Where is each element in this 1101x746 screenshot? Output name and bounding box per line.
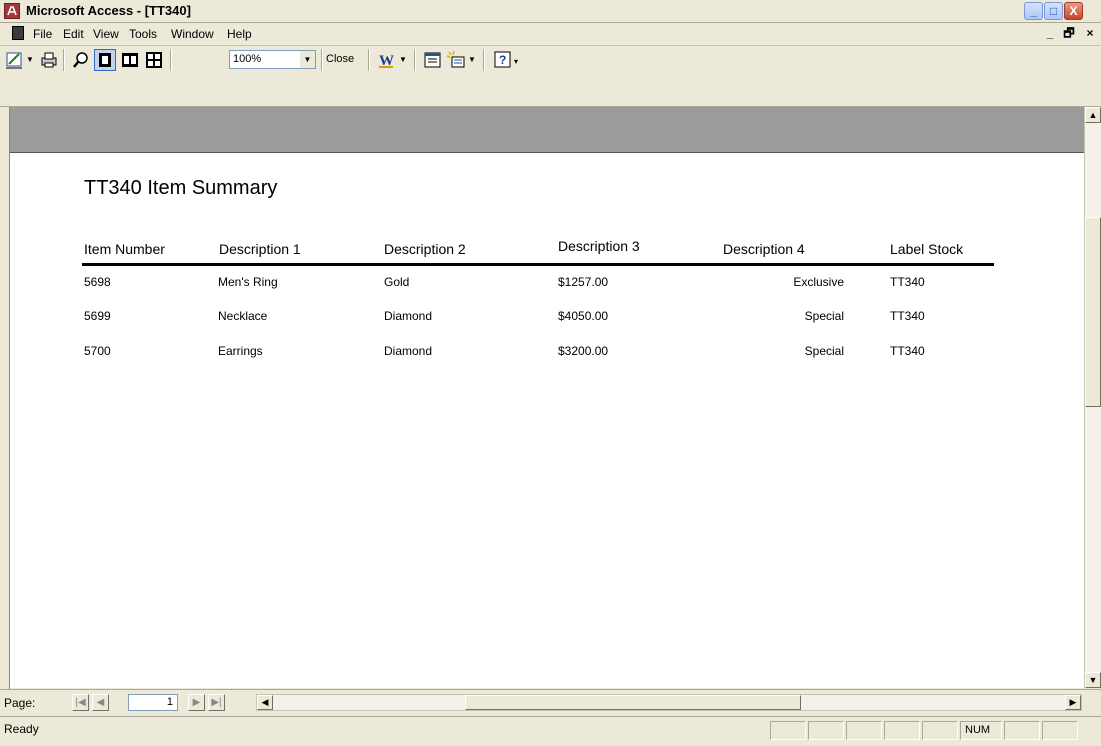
- column-header-description-4: Description 4: [723, 241, 805, 257]
- next-page-button[interactable]: ▶: [188, 694, 205, 711]
- table-cell: $4050.00: [558, 309, 609, 323]
- column-header-description-1: Description 1: [219, 241, 301, 257]
- column-header-description-3: Description 3: [558, 238, 640, 254]
- table-cell: TT340: [890, 309, 925, 323]
- table-cell: Men's Ring: [218, 275, 278, 289]
- toolbar-separator: [63, 49, 65, 71]
- multiple-pages-icon[interactable]: [143, 49, 165, 71]
- last-page-button[interactable]: ▶|: [208, 694, 225, 711]
- mdi-close-button[interactable]: ×: [1083, 26, 1097, 40]
- mdi-minimize-button[interactable]: _: [1043, 26, 1057, 40]
- table-cell: 5699: [84, 309, 111, 323]
- record-navigation-bar: Page: |◀ ◀ 1 ▶ ▶| ◀ ▶: [0, 689, 1101, 716]
- toolbar-separator: [368, 49, 370, 71]
- office-links-dropdown-arrow-icon[interactable]: ▼: [399, 49, 409, 71]
- print-icon[interactable]: [38, 49, 60, 71]
- toolbar-separator: [414, 49, 416, 71]
- page-number-input[interactable]: 1: [128, 694, 178, 711]
- menu-file[interactable]: File: [33, 27, 52, 41]
- table-cell: Special: [804, 344, 844, 358]
- status-panel: [922, 721, 958, 740]
- column-header-item-number: Item Number: [84, 241, 165, 257]
- menu-bar: File Edit View Tools Window Help _ 🗗 ×: [0, 23, 1101, 46]
- vertical-scroll-thumb[interactable]: [1085, 217, 1101, 407]
- table-cell: Exclusive: [793, 275, 844, 289]
- table-cell: 5698: [84, 275, 111, 289]
- previous-page-button[interactable]: ◀: [92, 694, 109, 711]
- status-text: Ready: [4, 722, 39, 736]
- new-object-icon[interactable]: [445, 49, 467, 71]
- table-cell: TT340: [890, 275, 925, 289]
- document-icon[interactable]: [12, 26, 24, 40]
- status-bar: Ready NUM: [0, 716, 1101, 746]
- office-links-icon[interactable]: W: [376, 49, 398, 71]
- mdi-restore-button[interactable]: 🗗: [1062, 26, 1076, 40]
- one-page-icon[interactable]: [94, 49, 116, 71]
- close-window-button[interactable]: X: [1064, 2, 1083, 20]
- table-cell: $3200.00: [558, 344, 609, 358]
- status-panel: [846, 721, 882, 740]
- toolbar-separator: [321, 49, 323, 71]
- first-page-button[interactable]: |◀: [72, 694, 89, 711]
- column-header-description-2: Description 2: [384, 241, 466, 257]
- new-object-dropdown-arrow-icon[interactable]: ▼: [468, 49, 478, 71]
- toolbar-separator: [483, 49, 485, 71]
- horizontal-scrollbar[interactable]: ◀ ▶: [256, 694, 1082, 711]
- print-preview-toolbar: ▼ 100% ▼ Close W ▼ ▼ ? ▾: [0, 46, 1101, 107]
- scroll-down-icon[interactable]: ▼: [1085, 672, 1101, 688]
- close-icon: X: [1069, 4, 1078, 18]
- close-preview-button[interactable]: Close: [326, 53, 354, 65]
- menu-view[interactable]: View: [93, 27, 119, 41]
- status-panel: [884, 721, 920, 740]
- menu-window[interactable]: Window: [171, 27, 214, 41]
- table-cell: Diamond: [384, 344, 433, 358]
- num-lock-indicator: NUM: [960, 721, 1002, 740]
- toolbar-separator: [170, 49, 172, 71]
- table-cell: Necklace: [218, 309, 268, 323]
- zoom-combobox[interactable]: 100%: [229, 50, 301, 69]
- scroll-left-icon[interactable]: ◀: [257, 695, 273, 710]
- svg-text:?: ?: [499, 53, 506, 67]
- window-title: Microsoft Access - [TT340]: [26, 3, 191, 18]
- status-panel: [1042, 721, 1078, 740]
- view-dropdown-arrow-icon[interactable]: ▼: [26, 49, 36, 71]
- access-app-icon[interactable]: [4, 3, 20, 19]
- status-panel: [1004, 721, 1040, 740]
- scroll-right-icon[interactable]: ▶: [1065, 695, 1081, 710]
- report-title: TT340 Item Summary: [84, 177, 278, 199]
- table-cell: $1257.00: [558, 275, 609, 289]
- page-label: Page:: [4, 696, 36, 710]
- two-pages-icon[interactable]: [119, 49, 141, 71]
- zoom-dropdown-arrow-icon[interactable]: ▼: [300, 50, 316, 69]
- zoom-icon[interactable]: [70, 49, 92, 71]
- table-cell: Diamond: [384, 309, 433, 323]
- column-header-label-stock: Label Stock: [890, 241, 964, 257]
- table-cell: Special: [804, 309, 844, 323]
- table-cell: Earrings: [218, 344, 263, 358]
- maximize-button[interactable]: □: [1044, 2, 1063, 20]
- help-icon[interactable]: ?: [492, 49, 514, 71]
- help-dropdown-arrow-icon[interactable]: ▾: [514, 49, 524, 71]
- title-bar[interactable]: Microsoft Access - [TT340] _ □ X: [0, 0, 1101, 23]
- database-window-icon[interactable]: [422, 49, 444, 71]
- minimize-button[interactable]: _: [1024, 2, 1043, 20]
- window-left-border: [0, 107, 10, 715]
- maximize-icon: □: [1049, 4, 1058, 18]
- table-cell: TT340: [890, 344, 925, 358]
- table-cell: Gold: [384, 275, 410, 289]
- menu-edit[interactable]: Edit: [63, 27, 84, 41]
- table-cell: 5700: [84, 344, 111, 358]
- view-design-icon[interactable]: [4, 49, 26, 71]
- status-panel: [770, 721, 806, 740]
- minimize-icon: _: [1030, 4, 1037, 18]
- menu-tools[interactable]: Tools: [129, 27, 157, 41]
- page-gap-band: [10, 107, 1084, 153]
- scroll-up-icon[interactable]: ▲: [1085, 107, 1101, 123]
- vertical-scrollbar[interactable]: ▲ ▼: [1084, 107, 1101, 688]
- status-panel: [808, 721, 844, 740]
- menu-help[interactable]: Help: [227, 27, 252, 41]
- horizontal-scroll-thumb[interactable]: [465, 695, 801, 710]
- header-rule: [82, 263, 994, 266]
